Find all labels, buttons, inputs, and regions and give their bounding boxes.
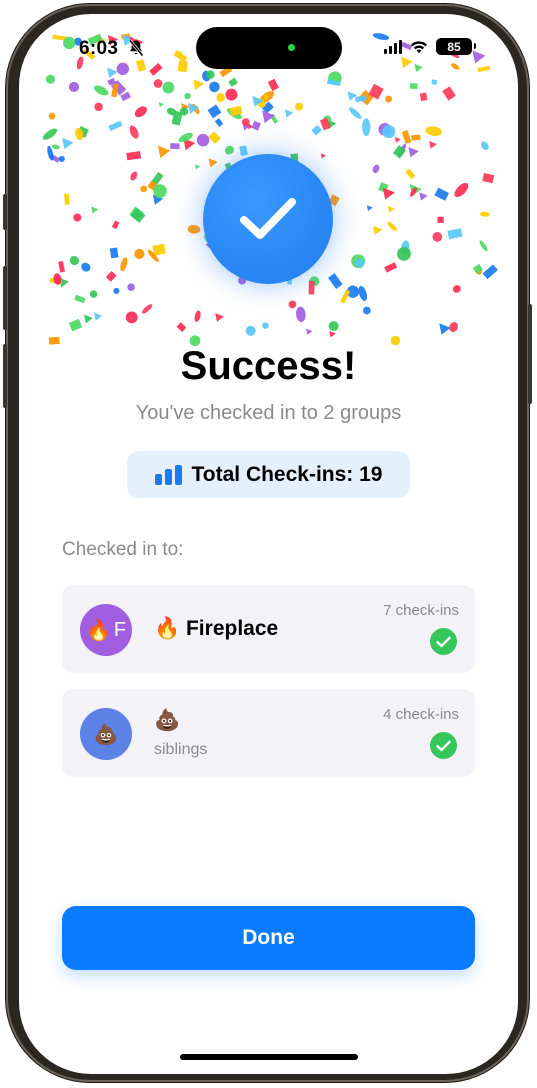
dynamic-island: [196, 27, 342, 69]
status-time: 6:03: [79, 38, 119, 59]
total-checkins-pill: Total Check-ins: 19: [127, 451, 410, 498]
status-indicators: 85: [384, 38, 476, 55]
camera-indicator-icon: [288, 44, 295, 51]
volume-up-button: [3, 266, 7, 330]
group-subtitle: siblings: [154, 741, 208, 758]
screen: 6:03 85 Success! You've checked in to 2 …: [19, 14, 518, 1074]
avatar-emoji: 🔥: [85, 619, 111, 642]
avatar-letter: F: [113, 618, 127, 641]
group-card-fireplace[interactable]: 🔥 F 🔥 Fireplace 7 check-ins: [62, 585, 475, 673]
bar-chart-icon: [154, 464, 182, 485]
group-card-siblings[interactable]: 💩 💩 siblings 4 check-ins: [62, 689, 475, 777]
success-subtitle: You've checked in to 2 groups: [135, 402, 402, 424]
avatar: 💩: [80, 708, 132, 760]
checkmark-icon: [240, 198, 296, 239]
power-button: [528, 304, 532, 404]
avatar-emoji: 💩: [93, 723, 119, 746]
success-title: Success!: [180, 344, 357, 388]
wifi-icon: [411, 40, 427, 53]
bell-slash-icon: [128, 39, 144, 57]
battery-icon: 85: [436, 38, 476, 55]
checked-badge-icon: [430, 732, 457, 759]
total-checkins-label: Total Check-ins: 19: [191, 462, 383, 486]
cellular-signal-icon: [384, 39, 402, 54]
home-indicator[interactable]: [180, 1054, 358, 1060]
group-name: 🔥 Fireplace: [154, 617, 279, 640]
checked-badge-icon: [430, 628, 457, 655]
volume-down-button: [3, 344, 7, 408]
section-label: Checked in to:: [62, 539, 184, 560]
group-name: 💩: [154, 709, 181, 732]
checkin-count: 4 check-ins: [383, 706, 459, 723]
action-button: [3, 194, 7, 230]
success-check-badge: [203, 154, 333, 284]
done-button[interactable]: Done: [62, 906, 475, 970]
avatar: 🔥 F: [80, 604, 132, 656]
checkin-count: 7 check-ins: [383, 602, 459, 619]
